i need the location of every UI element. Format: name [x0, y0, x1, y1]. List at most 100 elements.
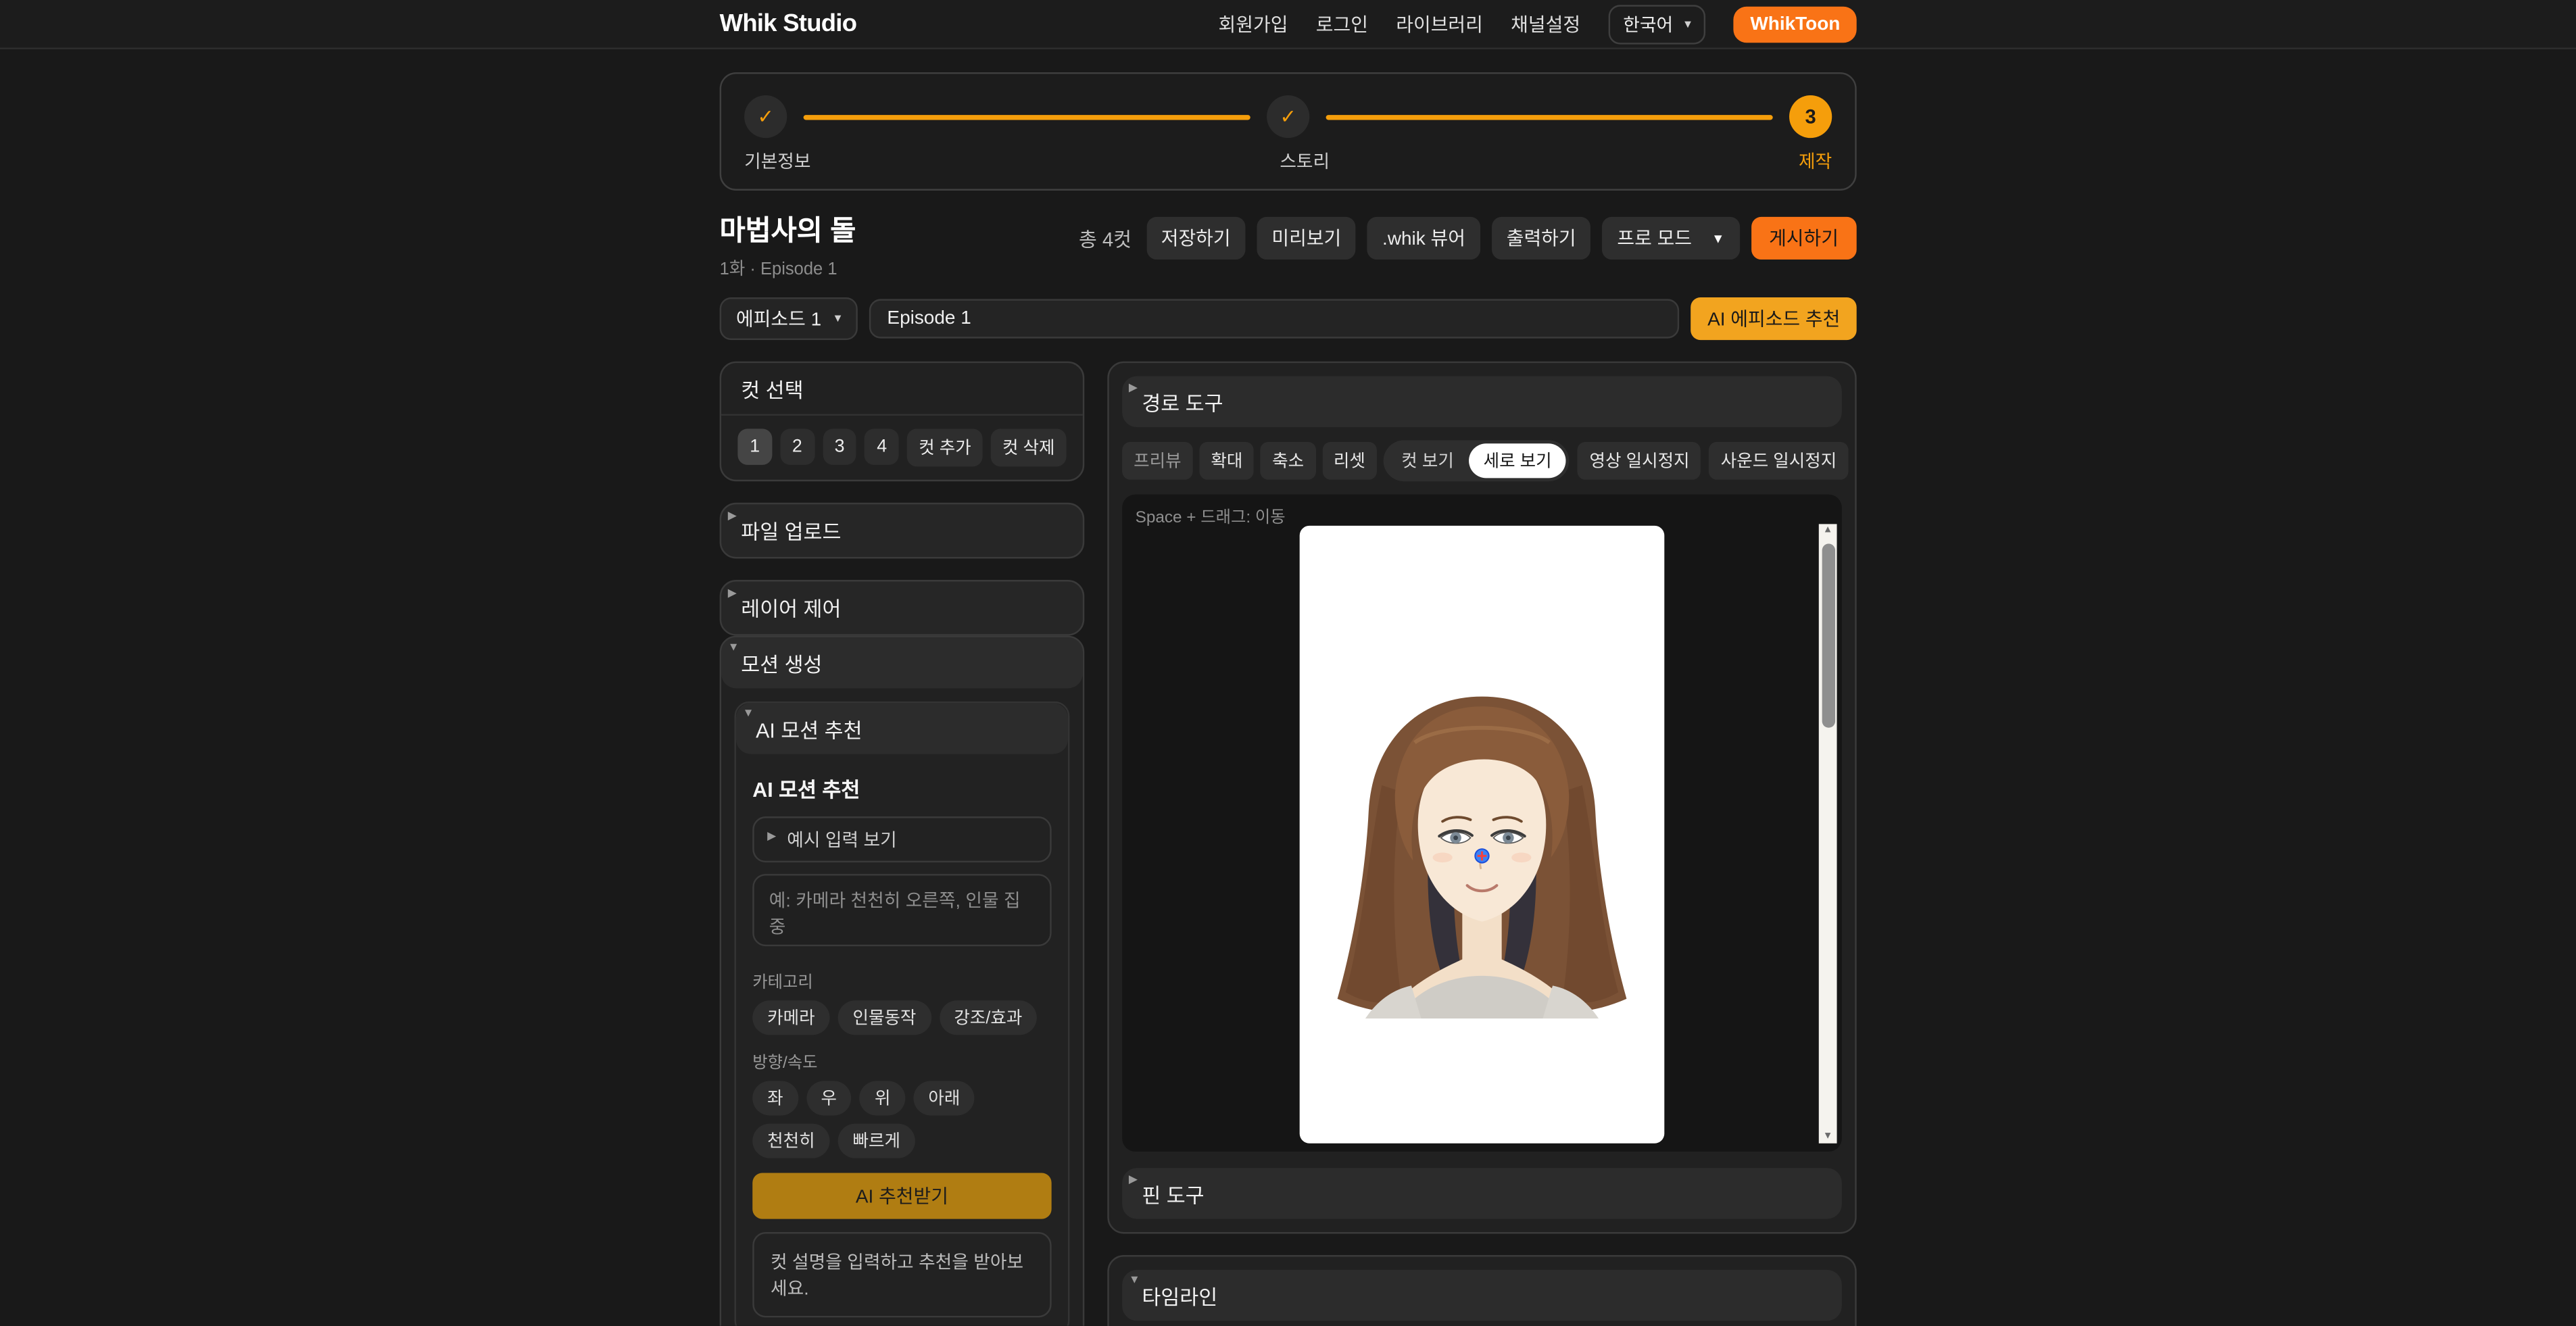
timeline-panel: ▼ 타임라인 타임라인 핀 키 추가 핀 키 삭제 재생 0.00s / 12.… [1107, 1254, 1857, 1326]
path-tool-title: 경로 도구 [1142, 392, 1223, 416]
canvas-toolbar: 프리뷰 확대 축소 리셋 컷 보기 세로 보기 영상 일시정지 사운드 일시정지 [1122, 439, 1849, 481]
cut-button-4[interactable]: 4 [865, 428, 900, 466]
canvas-scrollbar[interactable]: ▲ ▼ [1818, 523, 1837, 1144]
nav-library[interactable]: 라이브러리 [1396, 11, 1483, 37]
zoom-out-button[interactable]: 축소 [1261, 441, 1316, 480]
app-logo[interactable]: Whik Studio [720, 10, 857, 38]
step-story-circle[interactable]: ✓ [1267, 95, 1310, 139]
canvas-page[interactable] [1299, 525, 1665, 1144]
motion-create-header[interactable]: ▼ 모션 생성 [721, 637, 1083, 688]
step-production-label: 제작 [1798, 153, 1832, 173]
motion-create-title: 모션 생성 [741, 653, 823, 677]
canvas-viewport[interactable]: Space + 드래그: 이동 ▲ ▼ [1122, 493, 1842, 1152]
episode-select[interactable]: 에피소드 1 ▾ [719, 297, 858, 340]
scroll-up-icon[interactable]: ▲ [1819, 525, 1837, 535]
nav-signup[interactable]: 회원가입 [1219, 11, 1288, 37]
character-illustration [1337, 695, 1627, 1018]
app-window: Whik Studio 회원가입 로그인 라이브러리 채널설정 한국어 ▾ Wh… [0, 0, 2576, 1326]
delete-cut-button[interactable]: 컷 삭제 [990, 428, 1067, 466]
recommend-hint: 컷 설명을 입력하고 추천을 받아보세요. [752, 1231, 1052, 1317]
language-select[interactable]: 한국어 ▾ [1608, 4, 1706, 44]
caret-down-icon: ▼ [1711, 230, 1725, 246]
cut-button-1[interactable]: 1 [737, 428, 772, 466]
ai-motion-recommend-header[interactable]: ▼ AI 모션 추천 [735, 702, 1068, 754]
pin-tool-header[interactable]: ▶ 핀 도구 [1122, 1167, 1842, 1219]
file-upload-title: 파일 업로드 [741, 520, 842, 543]
add-cut-button[interactable]: 컷 추가 [907, 428, 983, 466]
triangle-right-icon: ▶ [727, 587, 737, 599]
triangle-right-icon: ▶ [767, 831, 777, 843]
step-story-label: 스토리 [1280, 153, 1330, 173]
step-basic-info-circle[interactable]: ✓ [744, 95, 787, 139]
direction-chip-left[interactable]: 좌 [752, 1080, 798, 1115]
preview-tool-button[interactable]: 프리뷰 [1122, 441, 1193, 480]
whiktoon-button[interactable]: WhikToon [1734, 5, 1857, 42]
check-icon: ✓ [1280, 105, 1296, 128]
ai-episode-recommend-button[interactable]: AI 에피소드 추천 [1691, 297, 1857, 340]
nav-channel-settings[interactable]: 채널설정 [1511, 11, 1580, 37]
layer-control-section[interactable]: ▶ 레이어 제어 [719, 579, 1085, 635]
direction-chip-right[interactable]: 우 [806, 1080, 852, 1115]
direction-chip-down[interactable]: 아래 [913, 1080, 975, 1115]
preview-button[interactable]: 미리보기 [1257, 216, 1357, 260]
scrollbar-thumb[interactable] [1821, 543, 1834, 728]
main-content: ✓ ✓ 3 기본정보 스토리 제작 마법사의 돌 1화 · Episode 1 … [719, 72, 1857, 1326]
direction-chip-up[interactable]: 위 [860, 1080, 906, 1115]
nav-login[interactable]: 로그인 [1316, 11, 1368, 37]
motion-pin-marker [1474, 848, 1490, 863]
left-sidebar: 컷 선택 1 2 3 4 컷 추가 컷 삭제 ▶ 파일 업로드 ▶ 레이어 제어… [719, 360, 1085, 1326]
example-input-toggle[interactable]: ▶ 예시 입력 보기 [752, 816, 1052, 862]
category-chips: 카메라 인물동작 강조/효과 [752, 1000, 1051, 1035]
canvas-panel: ▶ 경로 도구 프리뷰 확대 축소 리셋 컷 보기 세로 보기 영상 일시정지 … [1107, 360, 1857, 1233]
step-connector [1326, 114, 1773, 120]
pause-video-button[interactable]: 영상 일시정지 [1578, 441, 1701, 480]
save-button[interactable]: 저장하기 [1146, 216, 1246, 260]
language-value: 한국어 [1623, 16, 1674, 36]
triangle-down-icon: ▼ [727, 641, 739, 654]
top-nav: 회원가입 로그인 라이브러리 채널설정 한국어 ▾ WhikToon [1219, 4, 1857, 44]
episode-select-value: 에피소드 1 [735, 310, 822, 330]
category-chip-character-motion[interactable]: 인물동작 [837, 1000, 931, 1035]
export-button[interactable]: 출력하기 [1491, 216, 1591, 260]
chevron-down-icon: ▾ [1684, 16, 1691, 32]
pin-tool-title: 핀 도구 [1142, 1183, 1205, 1207]
publish-button[interactable]: 게시하기 [1751, 216, 1857, 260]
reset-view-button[interactable]: 리셋 [1321, 441, 1377, 480]
step-basic-info-label: 기본정보 [744, 153, 811, 173]
direction-chips: 좌 우 위 아래 천천히 빠르게 [752, 1080, 1051, 1158]
motion-prompt-input[interactable] [752, 873, 1052, 946]
timeline-header[interactable]: ▼ 타임라인 [1122, 1269, 1842, 1321]
cut-button-2[interactable]: 2 [780, 428, 815, 466]
category-chip-camera[interactable]: 카메라 [752, 1000, 830, 1035]
triangle-right-icon: ▶ [727, 510, 737, 522]
workspace-column: ▶ 경로 도구 프리뷰 확대 축소 리셋 컷 보기 세로 보기 영상 일시정지 … [1107, 360, 1857, 1326]
progress-stepper: ✓ ✓ 3 기본정보 스토리 제작 [719, 72, 1857, 191]
whik-viewer-button[interactable]: .whik 뷰어 [1367, 216, 1480, 260]
canvas-hint: Space + 드래그: 이동 [1135, 508, 1286, 527]
category-label: 카테고리 [752, 973, 813, 992]
category-chip-emphasis-effect[interactable]: 강조/효과 [939, 1000, 1038, 1035]
zoom-in-button[interactable]: 확대 [1199, 441, 1255, 480]
cut-view-button[interactable]: 컷 보기 [1386, 443, 1468, 478]
scroll-down-icon[interactable]: ▼ [1819, 1131, 1837, 1141]
step-production-circle[interactable]: 3 [1789, 95, 1832, 139]
mode-select[interactable]: 프로 모드 ▼ [1602, 216, 1740, 260]
triangle-down-icon: ▼ [1128, 1274, 1140, 1286]
total-cuts-count: 총 4컷 [1078, 227, 1132, 251]
get-ai-recommendation-button[interactable]: AI 추천받기 [752, 1172, 1052, 1219]
pause-sound-button[interactable]: 사운드 일시정지 [1709, 441, 1849, 480]
example-input-label: 예시 입력 보기 [787, 831, 897, 851]
direction-chip-slowly[interactable]: 천천히 [752, 1123, 830, 1158]
step-connector [803, 114, 1250, 120]
check-icon: ✓ [757, 105, 774, 128]
direction-chip-fast[interactable]: 빠르게 [837, 1123, 915, 1158]
file-upload-section[interactable]: ▶ 파일 업로드 [719, 502, 1085, 558]
cut-select-title: 컷 선택 [721, 362, 1083, 416]
path-tool-header[interactable]: ▶ 경로 도구 [1122, 375, 1842, 427]
episode-title-input[interactable] [869, 298, 1680, 338]
view-mode-group: 컷 보기 세로 보기 [1383, 439, 1570, 481]
cut-button-3[interactable]: 3 [822, 428, 857, 466]
timeline-title: 타임라인 [1142, 1285, 1218, 1309]
vertical-view-button[interactable]: 세로 보기 [1468, 443, 1567, 478]
triangle-right-icon: ▶ [1128, 382, 1138, 394]
